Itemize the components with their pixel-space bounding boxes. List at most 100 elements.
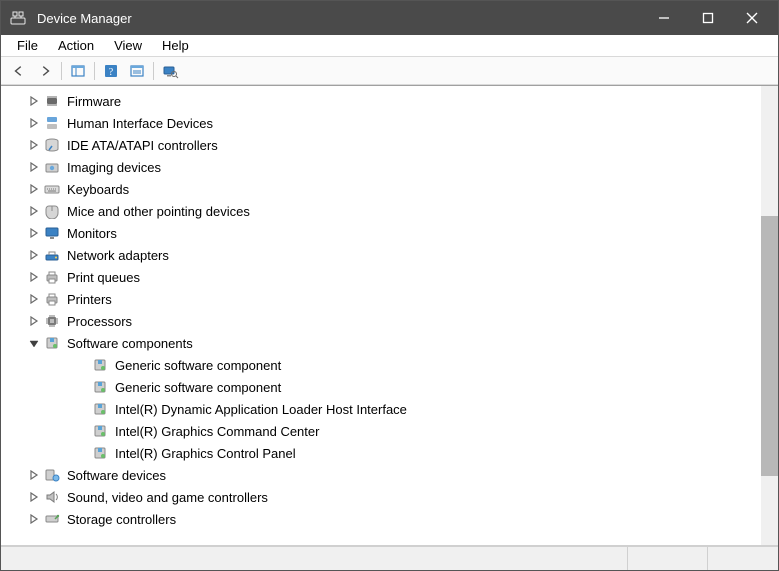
network-icon [43,247,61,263]
menu-help[interactable]: Help [152,36,199,55]
title-bar: Device Manager [1,1,778,35]
scan-hardware-button[interactable] [158,60,182,82]
tree-item-label: Mice and other pointing devices [67,204,250,219]
tree-item-label: Print queues [67,270,140,285]
tree-item[interactable]: IDE ATA/ATAPI controllers [1,134,761,156]
tree-item[interactable]: Software components [1,332,761,354]
hid-icon [43,115,61,131]
tree-item-label: Intel(R) Graphics Control Panel [115,446,296,461]
expand-icon[interactable] [25,136,43,154]
vertical-scrollbar[interactable] [761,86,778,545]
tree-item[interactable]: Generic software component [1,354,761,376]
expand-icon[interactable] [25,224,43,242]
status-cell-3 [708,547,778,570]
swcomp-icon [91,357,109,373]
window-title: Device Manager [37,11,132,26]
tree-item-label: Printers [67,292,112,307]
tree-item[interactable]: Network adapters [1,244,761,266]
expand-icon[interactable] [25,92,43,110]
tree-item-label: Firmware [67,94,121,109]
cpu-icon [43,313,61,329]
tree-item-label: Storage controllers [67,512,176,527]
close-button[interactable] [730,1,774,35]
properties-button[interactable] [125,60,149,82]
printer-icon [43,269,61,285]
tree-item-label: Generic software component [115,358,281,373]
swcomp-icon [91,401,109,417]
tree-item[interactable]: Intel(R) Graphics Command Center [1,420,761,442]
scrollbar-thumb[interactable] [761,216,778,476]
tree-item[interactable]: Intel(R) Graphics Control Panel [1,442,761,464]
expand-icon[interactable] [25,312,43,330]
printer-icon [43,291,61,307]
tree-item[interactable]: Firmware [1,90,761,112]
tree-item[interactable]: Intel(R) Dynamic Application Loader Host… [1,398,761,420]
tree-area: Firmware Human Interface Devices IDE ATA/A… [1,85,778,546]
tree-item-label: Intel(R) Graphics Command Center [115,424,319,439]
tree-item[interactable]: Sound, video and game controllers [1,486,761,508]
tree-item[interactable]: Keyboards [1,178,761,200]
imaging-icon [43,159,61,175]
swcomp-icon [91,379,109,395]
status-cell-2 [628,547,708,570]
forward-button[interactable] [33,60,57,82]
tree-item[interactable]: Printers [1,288,761,310]
tree-item[interactable]: Storage controllers [1,508,761,530]
tree-item[interactable]: Imaging devices [1,156,761,178]
menu-bar: File Action View Help [1,35,778,57]
storage-icon [43,511,61,527]
chip-icon [43,93,61,109]
expand-icon[interactable] [25,290,43,308]
tree-item[interactable]: Human Interface Devices [1,112,761,134]
tree-item-label: Human Interface Devices [67,116,213,131]
swcomp-icon [91,445,109,461]
tree-item[interactable]: Monitors [1,222,761,244]
tree-item-label: Software components [67,336,193,351]
status-bar [1,546,778,570]
maximize-button[interactable] [686,1,730,35]
minimize-button[interactable] [642,1,686,35]
tree-item-label: Monitors [67,226,117,241]
tree-item-label: Generic software component [115,380,281,395]
tree-item-label: Intel(R) Dynamic Application Loader Host… [115,402,407,417]
expand-icon[interactable] [25,114,43,132]
collapse-icon[interactable] [25,334,43,352]
device-manager-window: Device Manager File Action View Help Fir… [0,0,779,571]
menu-action[interactable]: Action [48,36,104,55]
tree-item[interactable]: Mice and other pointing devices [1,200,761,222]
expand-icon[interactable] [25,466,43,484]
device-tree[interactable]: Firmware Human Interface Devices IDE ATA/A… [1,86,761,545]
back-button[interactable] [7,60,31,82]
status-cell-main [1,547,628,570]
help-button[interactable] [99,60,123,82]
show-hidden-button[interactable] [66,60,90,82]
swcomp-icon [91,423,109,439]
expand-icon[interactable] [25,158,43,176]
expand-icon[interactable] [25,510,43,528]
tree-item[interactable]: Print queues [1,266,761,288]
expand-icon[interactable] [25,268,43,286]
swcomp-icon [43,335,61,351]
expand-icon[interactable] [25,488,43,506]
swdev-icon [43,467,61,483]
tree-item-label: Imaging devices [67,160,161,175]
tree-item-label: Software devices [67,468,166,483]
keyboard-icon [43,181,61,197]
expand-icon[interactable] [25,246,43,264]
tree-item-label: Network adapters [67,248,169,263]
ide-icon [43,137,61,153]
menu-view[interactable]: View [104,36,152,55]
toolbar [1,57,778,85]
app-icon [9,9,27,27]
tree-item-label: Keyboards [67,182,129,197]
mouse-icon [43,203,61,219]
tree-item[interactable]: Generic software component [1,376,761,398]
tree-item[interactable]: Processors [1,310,761,332]
menu-file[interactable]: File [7,36,48,55]
expand-icon[interactable] [25,180,43,198]
monitor-icon [43,225,61,241]
tree-item[interactable]: Software devices [1,464,761,486]
tree-item-label: Processors [67,314,132,329]
expand-icon[interactable] [25,202,43,220]
tree-item-label: IDE ATA/ATAPI controllers [67,138,218,153]
